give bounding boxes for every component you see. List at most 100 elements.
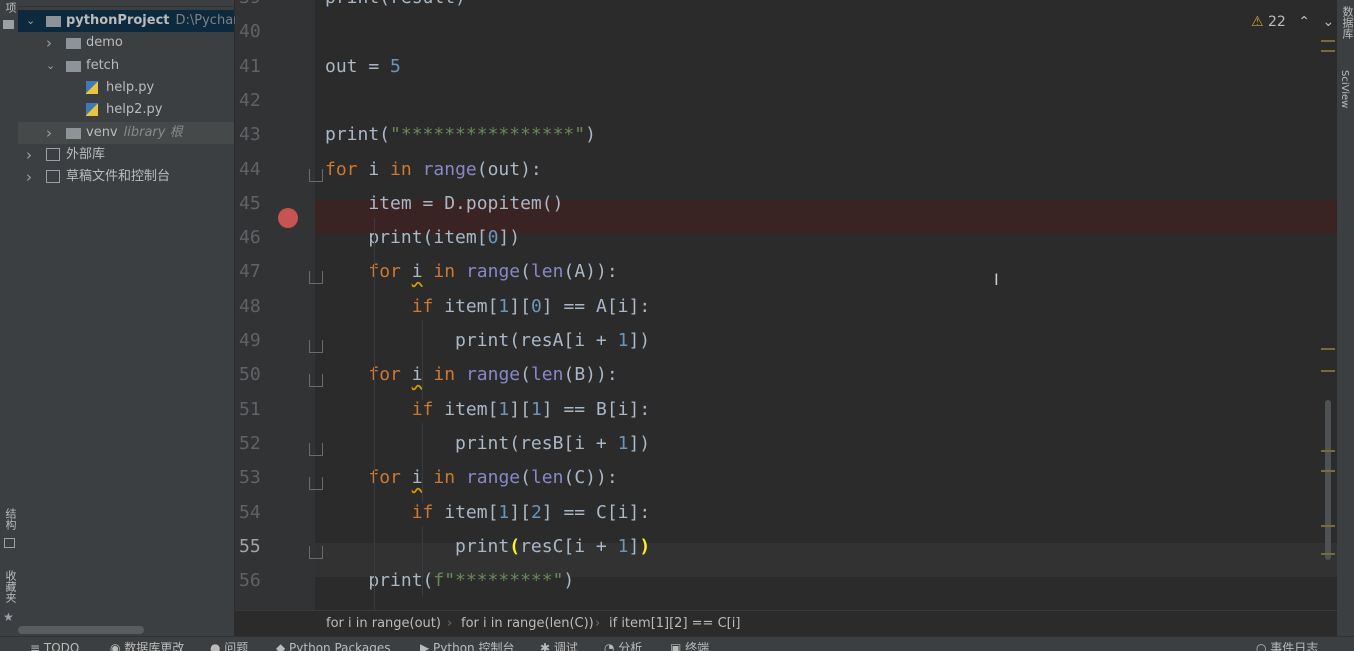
code-line[interactable]: for i in range(len(B)): — [325, 364, 617, 385]
profiler-tab[interactable]: ◔ 分析 — [604, 637, 642, 651]
tree-item[interactable]: help2.py — [18, 99, 234, 121]
indent-guide — [422, 320, 423, 400]
line-number: 46 — [239, 227, 261, 249]
terminal-tab[interactable]: ▣ 终端 — [670, 637, 709, 651]
chevron-down-icon[interactable]: ⌄ — [46, 55, 55, 77]
line-number: 43 — [239, 124, 261, 146]
event-log-tab[interactable]: ○ 事件日志 — [1256, 637, 1318, 651]
bookmarks-tool-tab[interactable]: 收藏夹 — [2, 570, 18, 603]
fold-marker-icon[interactable] — [309, 442, 323, 456]
python-console-tab[interactable]: ▶ Python 控制台 — [420, 637, 514, 651]
tree-item-label: 草稿文件和控制台 — [66, 169, 171, 185]
breadcrumb-item[interactable]: for i in range(out) — [326, 611, 441, 637]
breadcrumb-separator-icon: › — [595, 616, 601, 631]
project-panel-header — [18, 0, 234, 7]
line-number: 41 — [239, 55, 261, 77]
tree-item[interactable]: › demo — [18, 32, 234, 54]
library-icon — [46, 147, 60, 161]
breadcrumb-separator-icon: › — [447, 616, 453, 631]
error-stripe-mark[interactable] — [1321, 450, 1335, 452]
chevron-down-icon[interactable]: ⌄ — [26, 10, 35, 32]
problems-tab[interactable]: ● 问题 — [210, 637, 248, 651]
fold-marker-icon[interactable] — [309, 271, 323, 285]
line-number: 51 — [239, 398, 261, 420]
line-number: 48 — [239, 295, 261, 317]
tree-item-label: help2.py — [106, 102, 163, 118]
line-number: 49 — [239, 330, 261, 351]
line-number: 54 — [239, 501, 261, 523]
line-number: 44 — [239, 158, 261, 180]
structure-tool-tab[interactable]: 结构 — [2, 508, 18, 530]
code-line[interactable]: for i in range(len(A)): — [325, 261, 617, 282]
text-cursor-icon: I — [994, 270, 999, 289]
db-changes-tab[interactable]: ◉ 数据库更改 — [110, 637, 184, 651]
chevron-right-icon[interactable]: › — [26, 166, 32, 188]
code-line[interactable]: print(f"*********") — [325, 570, 574, 591]
star-icon: ★ — [3, 610, 14, 624]
line-number: 47 — [239, 261, 261, 283]
fold-marker-icon[interactable] — [309, 168, 323, 182]
line-number: 39 — [239, 0, 269, 8]
error-stripe-mark[interactable] — [1321, 348, 1335, 350]
python-packages-tab[interactable]: ◆ Python Packages — [276, 637, 390, 651]
fold-marker-icon[interactable] — [309, 340, 323, 353]
tree-item[interactable]: help.py — [18, 77, 234, 99]
editor-scrollbar[interactable] — [1320, 30, 1336, 570]
tree-item[interactable]: › venv library 根 — [18, 121, 234, 144]
line-number: 56 — [239, 570, 261, 592]
project-folder-icon — [3, 20, 14, 29]
structure-icon — [4, 538, 15, 548]
code-line[interactable]: item = D.popitem() — [325, 193, 563, 214]
scrollbar-thumb[interactable] — [1325, 400, 1331, 560]
line-number: 53 — [239, 467, 261, 489]
tree-item-hint: library 根 — [123, 124, 183, 140]
project-panel: ⌄ pythonProject D:\Pycharm › demo ⌄ fetch help.… — [18, 0, 251, 636]
code-line[interactable]: for i in range(len(C)): — [325, 467, 617, 488]
tree-item[interactable]: ⌄ pythonProject D:\Pycharm — [18, 10, 251, 32]
error-stripe-mark[interactable] — [1321, 40, 1335, 42]
chevron-right-icon[interactable]: › — [46, 32, 52, 54]
code-line[interactable]: print(item[0]) — [325, 227, 520, 248]
indent-guide — [422, 423, 423, 503]
code-line[interactable]: for i in range(out): — [325, 159, 542, 180]
previous-highlight-icon[interactable]: ⌃ — [1298, 14, 1310, 30]
debug-tab[interactable]: ✱ 调试 — [540, 637, 578, 651]
tree-item-label: venv — [86, 124, 118, 140]
error-stripe-mark[interactable] — [1321, 370, 1335, 372]
database-tool-tab[interactable]: 数据库 — [1339, 6, 1354, 39]
sciview-tool-tab[interactable]: SciView — [1339, 70, 1350, 108]
error-stripe-mark[interactable] — [1321, 470, 1335, 472]
next-highlight-icon[interactable]: ⌄ — [1322, 14, 1334, 30]
fold-marker-icon[interactable] — [309, 374, 323, 388]
code-line[interactable]: print("****************") — [325, 124, 596, 145]
breadcrumb: for i in range(out) › for i in range(len… — [235, 610, 1337, 637]
line-number: 45 — [239, 192, 261, 214]
tree-item[interactable]: ⌄ fetch — [18, 55, 234, 77]
chevron-right-icon[interactable]: › — [46, 122, 52, 144]
bottom-tool-bar: ≡ TODO ◉ 数据库更改 ● 问题 ◆ Python Packages ▶ … — [0, 636, 1354, 651]
horizontal-scrollbar[interactable] — [18, 626, 144, 634]
code-editor[interactable]: 39 40 41 42 43 44 45 46 47 48 49 50 51 52 53 54 55 56 pri… — [235, 0, 1337, 610]
folder-icon — [66, 60, 81, 72]
error-stripe-mark[interactable] — [1321, 553, 1335, 555]
error-stripe-mark[interactable] — [1321, 525, 1335, 527]
breadcrumb-item[interactable]: if item[1][2] == C[i] — [609, 611, 740, 637]
project-tool-tab[interactable]: 项 — [2, 2, 18, 13]
line-number: 40 — [239, 21, 261, 43]
python-file-icon — [86, 103, 98, 117]
tree-item[interactable]: › 外部库 — [18, 144, 234, 166]
chevron-right-icon[interactable]: › — [26, 144, 32, 166]
breakpoint-icon[interactable] — [278, 208, 298, 228]
inspection-widget[interactable]: ⚠ 22 ⌃ ⌄ — [1251, 14, 1334, 30]
tree-item-label: fetch — [86, 57, 120, 73]
code-line[interactable]: print(result) — [325, 0, 466, 8]
todo-tab[interactable]: ≡ TODO — [30, 637, 79, 651]
fold-marker-icon[interactable] — [309, 545, 323, 559]
fold-marker-icon[interactable] — [309, 477, 323, 491]
breadcrumb-item[interactable]: for i in range(len(C)) — [461, 611, 594, 637]
tree-item[interactable]: › 草稿文件和控制台 — [18, 166, 234, 188]
error-stripe-mark[interactable] — [1321, 50, 1335, 52]
code-line[interactable]: out = 5 — [325, 56, 401, 77]
folder-icon — [66, 127, 81, 139]
indent-guide — [374, 580, 375, 610]
